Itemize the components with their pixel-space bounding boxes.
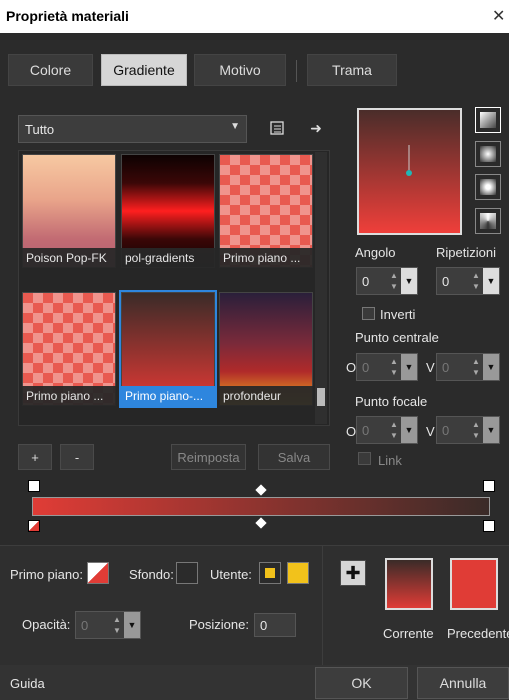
transparency-stop-left[interactable] (28, 480, 40, 492)
foreground-label: Primo piano: (10, 567, 83, 582)
save-button[interactable]: Salva (258, 444, 330, 470)
panel-divider (322, 545, 323, 665)
remove-gradient-button[interactable]: - (60, 444, 94, 470)
add-gradient-button[interactable]: + (18, 444, 52, 470)
angle-input[interactable]: 0 ▲ ▼ ▼ (356, 267, 418, 295)
gradient-preview[interactable] (357, 108, 462, 235)
gradient-label: Primo piano ... (22, 386, 116, 406)
scrollbar-thumb[interactable] (317, 388, 325, 406)
ok-button[interactable]: OK (315, 667, 408, 699)
user-label: Utente: (210, 567, 252, 582)
gradient-thumb[interactable]: pol-gradients (121, 154, 215, 268)
arrow-right-icon[interactable]: ➜ (305, 117, 327, 139)
tab-colore[interactable]: Colore (8, 54, 93, 86)
tab-motivo[interactable]: Motivo (194, 54, 286, 86)
link-label: Link (378, 453, 402, 468)
color-midpoint[interactable] (255, 517, 267, 529)
focal-point-label: Punto focale (355, 394, 428, 409)
rectangular-style-button[interactable] (475, 141, 501, 167)
close-icon[interactable]: ✕ (492, 6, 505, 26)
center-point-label: Punto centrale (355, 330, 439, 345)
gradient-thumb-selected[interactable]: Primo piano-... (119, 290, 217, 408)
add-color-button[interactable]: ✚ (340, 560, 366, 586)
radial-style-button[interactable] (475, 208, 501, 234)
gradient-thumb[interactable]: Poison Pop-FK (22, 154, 116, 268)
cancel-button[interactable]: Annulla (417, 667, 509, 699)
background-swatch[interactable] (176, 562, 198, 584)
resource-manager-icon[interactable] (266, 117, 288, 139)
gradient-label: pol-gradients (121, 248, 215, 268)
previous-label: Precedente (447, 626, 509, 641)
current-swatch[interactable] (385, 558, 433, 610)
tab-separator (296, 60, 297, 82)
help-button[interactable]: Guida (10, 676, 45, 691)
library-scrollbar[interactable] (315, 152, 327, 424)
category-value: Tutto (25, 122, 55, 137)
gradient-thumb[interactable]: Primo piano ... (22, 292, 116, 406)
chevron-down-icon: ▼ (230, 121, 240, 132)
link-checkbox[interactable] (358, 452, 371, 465)
opacity-label: Opacità: (22, 617, 71, 632)
center-o-input[interactable]: 0 ▲ ▼ ▼ (356, 353, 418, 381)
background-label: Sfondo: (129, 567, 174, 582)
previous-swatch[interactable] (450, 558, 498, 610)
tab-gradiente[interactable]: Gradiente (101, 54, 187, 86)
window-title: Proprietà materiali (6, 8, 129, 24)
focal-o-label: O (346, 424, 357, 439)
center-v-label: V (426, 360, 435, 375)
foreground-swatch[interactable] (87, 562, 109, 584)
focal-v-input[interactable]: 0 ▲ ▼ ▼ (436, 416, 500, 444)
gradient-label: profondeur (219, 386, 313, 406)
center-v-input[interactable]: 0 ▲ ▼ ▼ (436, 353, 500, 381)
reset-button[interactable]: Reimposta (171, 444, 246, 470)
repeat-label: Ripetizioni (436, 245, 496, 260)
invert-label: Inverti (380, 307, 416, 322)
gradient-thumb[interactable]: profondeur (219, 292, 313, 406)
gradient-label: Poison Pop-FK (22, 248, 116, 268)
transparency-stop-right[interactable] (483, 480, 495, 492)
invert-checkbox[interactable] (362, 307, 375, 320)
current-label: Corrente (383, 626, 434, 641)
angle-label: Angolo (355, 245, 396, 260)
position-input[interactable]: 0 (254, 613, 296, 637)
transparency-midpoint[interactable] (255, 484, 267, 496)
gradient-label: Primo piano ... (219, 248, 313, 268)
user-swatch[interactable] (287, 562, 309, 584)
center-o-label: O (346, 360, 357, 375)
gradient-editor-bar[interactable] (32, 497, 490, 516)
position-label: Posizione: (189, 617, 249, 632)
focal-o-input[interactable]: 0 ▲ ▼ ▼ (356, 416, 418, 444)
linear-style-button[interactable] (475, 107, 501, 133)
opacity-input[interactable]: 0 ▲ ▼ ▼ (75, 611, 141, 639)
repeat-input[interactable]: 0 ▲ ▼ ▼ (436, 267, 500, 295)
user-swatch-small[interactable] (259, 562, 281, 584)
color-stop-right[interactable] (483, 520, 495, 532)
tab-trama[interactable]: Trama (307, 54, 397, 86)
color-stop-left[interactable] (28, 520, 40, 532)
category-dropdown[interactable]: Tutto ▼ (18, 115, 247, 143)
sunburst-style-button[interactable] (475, 174, 501, 200)
gradient-label: Primo piano-... (121, 386, 215, 406)
focal-v-label: V (426, 424, 435, 439)
gradient-thumb[interactable]: Primo piano ... (219, 154, 313, 268)
